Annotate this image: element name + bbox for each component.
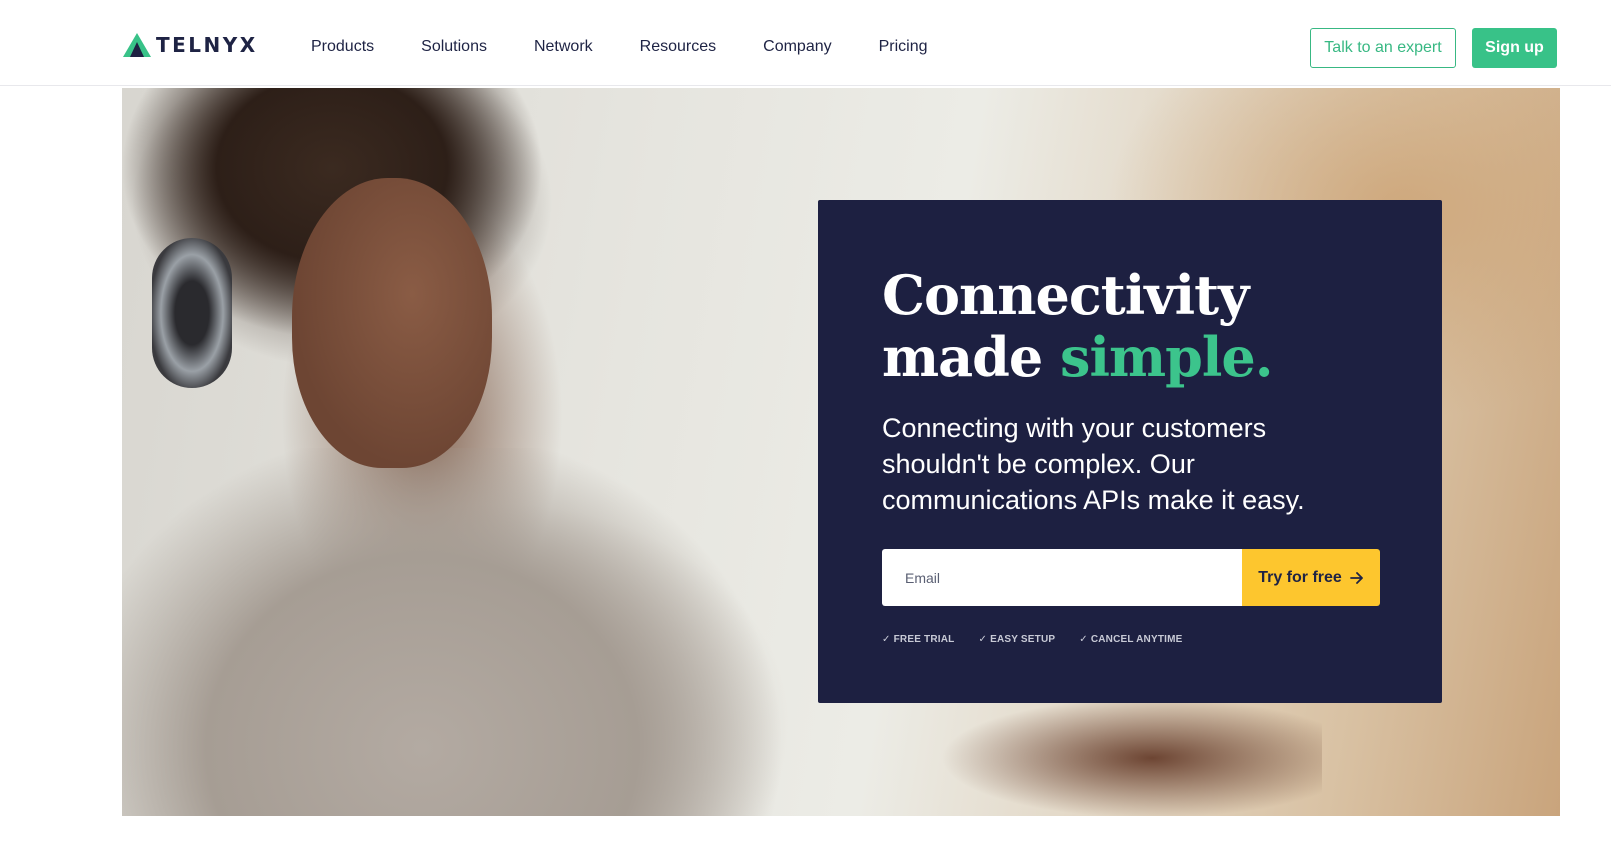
feature-list: ✓ FREE TRIAL ✓ EASY SETUP ✓ CANCEL ANYTI… <box>882 634 1183 645</box>
feature-free-trial: ✓ FREE TRIAL <box>882 634 954 645</box>
nav-item-solutions[interactable]: Solutions <box>421 36 487 58</box>
feature-label: FREE TRIAL <box>893 634 955 645</box>
hero-photo-shirt <box>122 448 822 816</box>
nav-item-network[interactable]: Network <box>534 36 593 58</box>
email-input[interactable] <box>882 549 1242 606</box>
try-for-free-button[interactable]: Try for free <box>1242 549 1380 606</box>
check-icon: ✓ <box>882 634 891 645</box>
nav-item-resources[interactable]: Resources <box>640 36 716 58</box>
logo-text: TELNYX <box>156 33 258 57</box>
headline-line-2: made <box>882 325 1061 389</box>
feature-label: EASY SETUP <box>990 634 1056 645</box>
check-icon: ✓ <box>1079 634 1088 645</box>
headline-accent: simple. <box>1060 325 1273 389</box>
feature-cancel-anytime: ✓ CANCEL ANYTIME <box>1079 634 1182 645</box>
headphones-icon <box>152 238 232 388</box>
headline-line-1: Connectivity <box>882 263 1249 327</box>
nav-item-company[interactable]: Company <box>763 36 831 58</box>
hero-card: Connectivity made simple. Connecting wit… <box>818 200 1442 703</box>
nav-item-products[interactable]: Products <box>311 36 374 58</box>
arrow-right-icon <box>1349 571 1363 584</box>
try-for-free-label: Try for free <box>1258 568 1342 586</box>
main-nav: Products Solutions Network Resources Com… <box>311 36 975 58</box>
talk-to-expert-button[interactable]: Talk to an expert <box>1310 28 1456 68</box>
feature-easy-setup: ✓ EASY SETUP <box>978 634 1055 645</box>
site-header: TELNYX Products Solutions Network Resour… <box>0 0 1611 86</box>
sign-up-button[interactable]: Sign up <box>1472 28 1557 68</box>
hero-photo-hands <box>902 688 1322 816</box>
telnyx-logo-icon <box>123 33 151 57</box>
telnyx-logo[interactable]: TELNYX <box>122 31 258 59</box>
check-icon: ✓ <box>978 634 988 645</box>
feature-label: CANCEL ANYTIME <box>1090 634 1183 645</box>
hero-headline: Connectivity made simple. <box>882 263 1274 389</box>
nav-item-pricing[interactable]: Pricing <box>879 36 928 58</box>
hero-photo-face <box>292 178 492 468</box>
hero-subtext: Connecting with your customers shouldn't… <box>882 413 1305 515</box>
